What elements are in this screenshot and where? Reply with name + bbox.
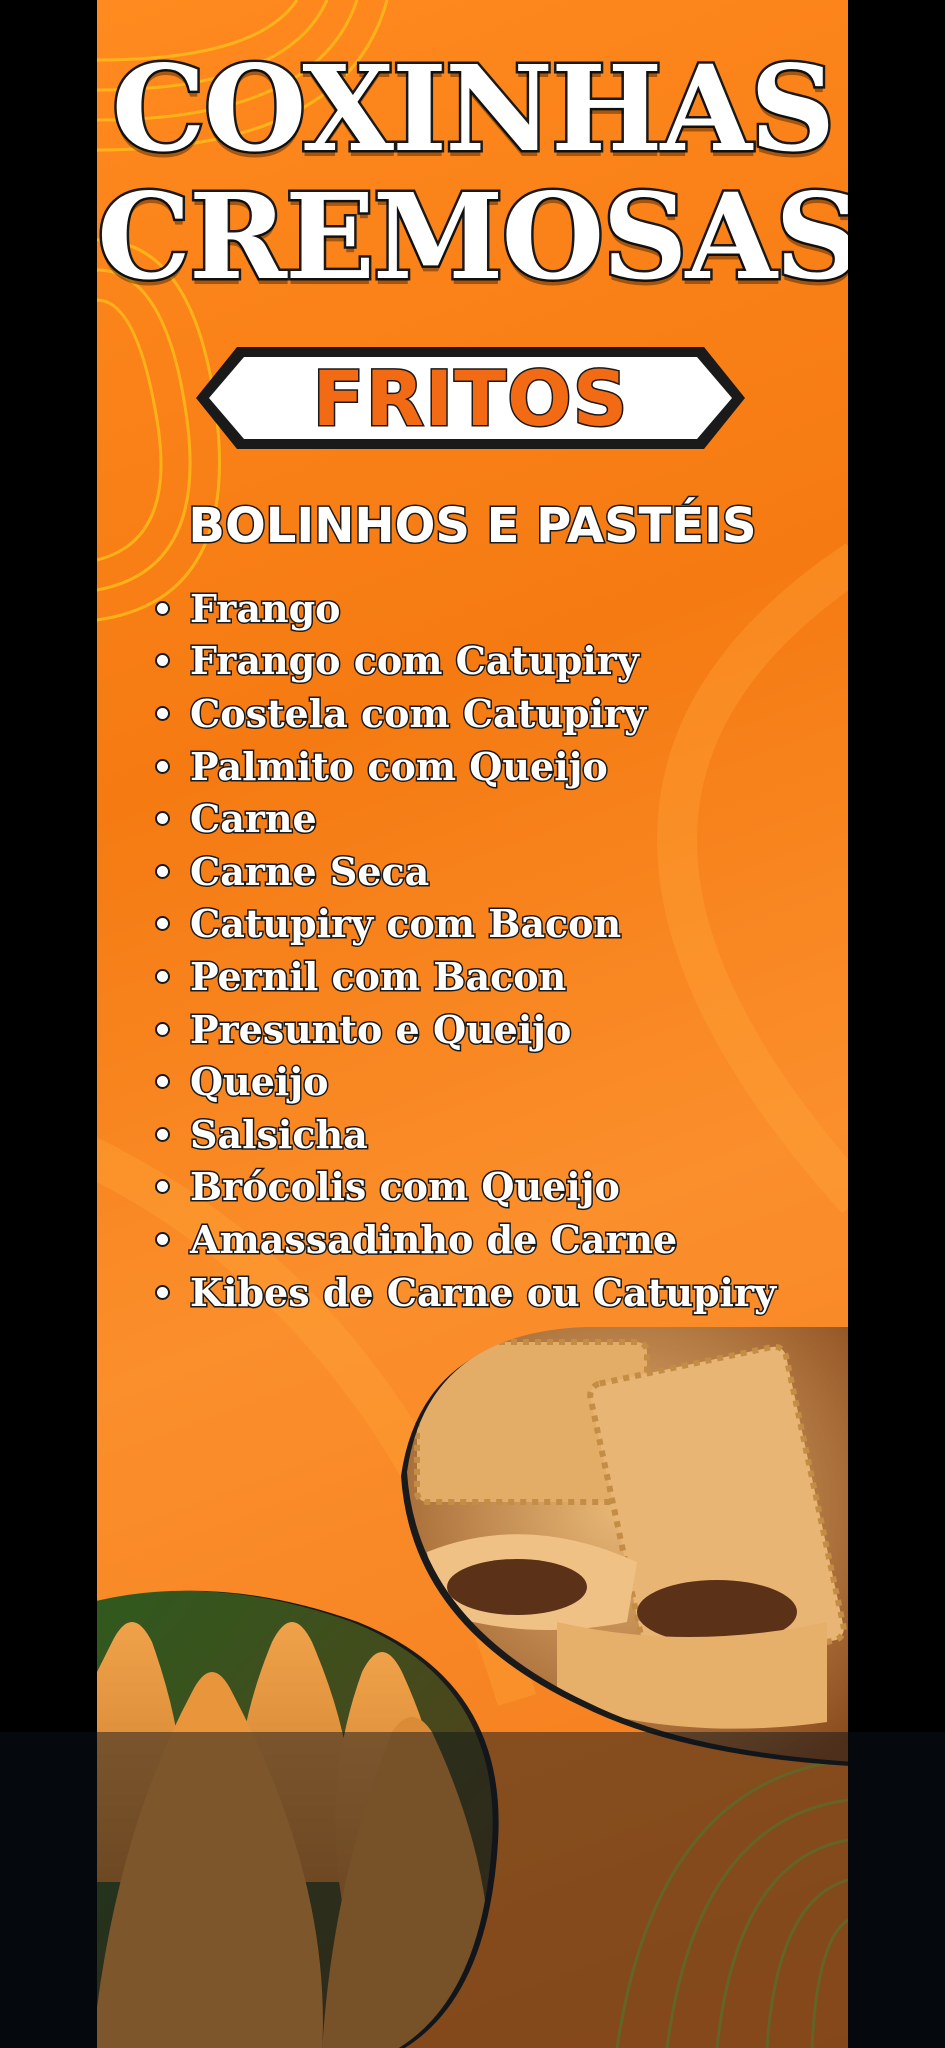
list-item: Frango com Catupiry: [155, 635, 776, 688]
list-item: Brócolis com Queijo: [155, 1161, 776, 1214]
fritos-label: FRITOS: [311, 352, 629, 444]
list-item-label: Frango com Catupiry: [189, 637, 641, 685]
list-item-label: Presunto e Queijo: [188, 1005, 572, 1053]
bullet-icon: [155, 1179, 170, 1195]
list-item: Pernil com Bacon: [155, 950, 776, 1003]
list-item: Carne: [155, 792, 776, 845]
list-item-label: Queijo: [188, 1058, 329, 1106]
list-item: Palmito com Queijo: [155, 740, 776, 793]
flyer-subtitle: BOLINHOS E PASTÉIS: [187, 497, 758, 556]
list-item-label: Costela com Catupiry: [188, 689, 647, 737]
list-item-label: Brócolis com Queijo: [189, 1163, 622, 1211]
list-item-label: Carne Seca: [188, 847, 430, 895]
list-item: Catupiry com Bacon: [155, 898, 776, 951]
list-item-label: Kibes de Carne ou Catupiry: [188, 1268, 777, 1316]
bullet-icon: [155, 916, 170, 932]
viewer-controls-overlay: [0, 1732, 945, 2048]
fritos-banner: FRITOS: [192, 343, 749, 453]
list-item: Costela com Catupiry: [155, 687, 776, 740]
bullet-icon: [155, 600, 170, 616]
bullet-icon: [155, 758, 170, 774]
list-item: Kibes de Carne ou Catupiry: [155, 1266, 778, 1319]
bullet-icon: [155, 1231, 170, 1247]
bullet-icon: [155, 653, 170, 669]
list-item: Carne Seca: [155, 845, 776, 898]
list-item: Queijo: [155, 1055, 776, 1108]
list-item: Presunto e Queijo: [155, 1003, 776, 1056]
list-item-label: Carne: [189, 795, 319, 843]
bullet-icon: [155, 863, 170, 879]
list-item-label: Pernil com Bacon: [188, 952, 567, 1000]
list-item-label: Amassadinho de Carne: [188, 1215, 678, 1263]
flyer-title-line-1: COXINHAS: [109, 39, 838, 178]
bullet-icon: [155, 705, 170, 721]
list-item-label: Catupiry com Bacon: [188, 900, 622, 948]
list-item-label: Frango: [189, 584, 342, 632]
bullet-icon: [155, 811, 170, 827]
bullet-icon: [155, 968, 170, 984]
image-viewer: COXINHAS CREMOSAS FRITOS BOLINHOS E PAST…: [0, 0, 945, 2048]
bullet-icon: [155, 1021, 170, 1037]
flyer-title-line-2: CREMOSAS: [97, 167, 848, 306]
list-item-label: Salsicha: [189, 1110, 370, 1158]
bullet-icon: [155, 1284, 170, 1300]
list-item: Frango: [155, 582, 776, 635]
list-item: Salsicha: [155, 1108, 776, 1161]
list-item: Amassadinho de Carne: [155, 1213, 776, 1266]
bullet-icon: [155, 1074, 170, 1090]
bullet-icon: [155, 1126, 170, 1142]
flavor-list: Frango Frango com Catupiry Costela com C…: [155, 582, 778, 1319]
list-item-label: Palmito com Queijo: [189, 742, 610, 790]
